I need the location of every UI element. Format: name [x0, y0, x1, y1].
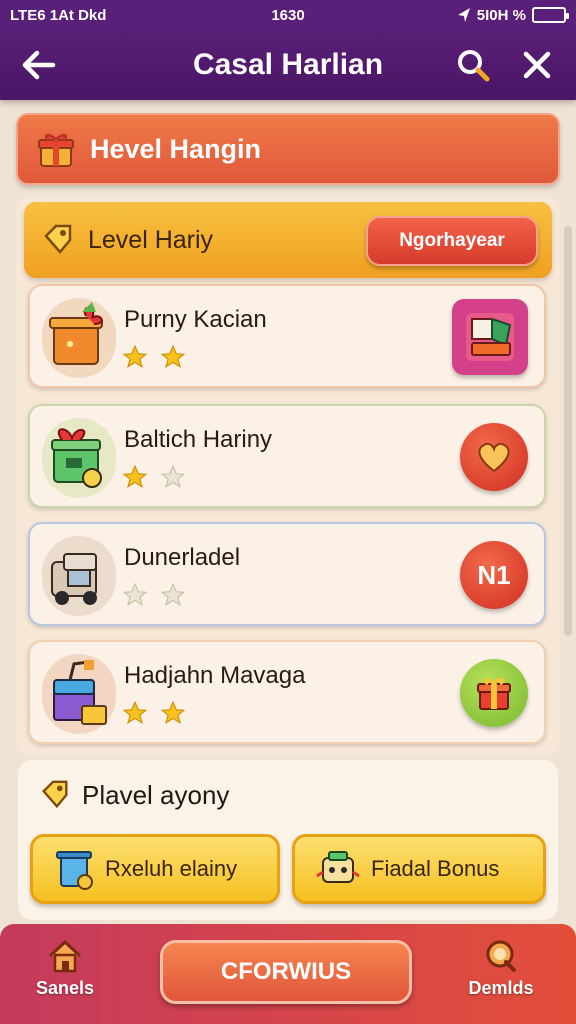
play-title-label: Plavel ayony [82, 779, 230, 810]
location-icon [457, 8, 470, 22]
bonus-button-label: Fiadal Bonus [371, 856, 500, 881]
level-label: Level Hariy [88, 225, 214, 254]
nav-home-label: Sanels [35, 978, 95, 998]
item-thumbnail [42, 418, 116, 498]
gift-icon [38, 133, 74, 167]
star-empty-icon [160, 464, 186, 488]
item-action-button[interactable] [452, 299, 528, 375]
close-button[interactable] [512, 40, 562, 90]
scrollbar[interactable] [564, 226, 572, 636]
item-action-button[interactable] [460, 659, 528, 727]
star-rating [122, 582, 186, 608]
star-empty-icon [122, 582, 148, 606]
list-item[interactable]: Hadjahn Mavaga [28, 640, 546, 744]
banner-label: Hevel Hangin [90, 133, 262, 164]
nav-item-home[interactable]: Sanels [20, 938, 110, 999]
item-name: Hadjahn Mavaga [124, 662, 306, 689]
reward-button-label: Rxeluh elainy [105, 856, 238, 881]
item-name: Baltich Hariny [124, 426, 273, 453]
item-name: Purny Kacian [124, 306, 267, 333]
search-button[interactable] [448, 40, 498, 90]
item-thumbnail [42, 536, 116, 616]
tag-icon [42, 780, 68, 809]
reward-button[interactable]: Rxeluh elainy [30, 834, 280, 904]
gift-cart-icon [51, 428, 102, 488]
level-header: Level Hariy Ngorhayear [24, 202, 552, 278]
list-item[interactable]: Dunerladel N1 [28, 522, 546, 626]
heart-icon [478, 442, 510, 473]
search-icon [458, 50, 490, 82]
tag-icon [44, 224, 72, 254]
back-button[interactable] [14, 40, 64, 90]
puzzle-sticker-icon [466, 313, 514, 361]
list-item[interactable]: Baltich Hariny [28, 404, 546, 508]
level-banner[interactable]: Hevel Hangin [16, 113, 560, 185]
status-bar: LTE6 1At Dkd 1630 5I0H % [0, 0, 576, 30]
magnifier-icon [486, 940, 516, 972]
star-filled-icon [122, 464, 148, 488]
trash-bin-icon [56, 851, 93, 890]
star-filled-icon [122, 700, 148, 724]
close-icon [523, 51, 551, 79]
nav-item-details[interactable]: Demlds [456, 938, 546, 999]
list-item[interactable]: Purny Kacian [28, 284, 546, 388]
status-right: 5I0H % [457, 6, 569, 24]
home-icon [48, 939, 82, 973]
battery-icon [532, 7, 569, 23]
robot-icon [316, 851, 360, 883]
bonus-button[interactable]: Fiadal Bonus [292, 834, 546, 904]
item-action-button[interactable]: N1 [460, 541, 528, 609]
star-rating [122, 464, 186, 490]
main-cta-button[interactable]: CFORWIUS [160, 940, 412, 1004]
item-thumbnail [42, 298, 116, 378]
item-thumbnail [42, 654, 116, 734]
star-filled-icon [122, 344, 148, 368]
status-right-text: 5I0H % [476, 6, 526, 24]
star-rating [122, 700, 186, 726]
nav-details-label: Demlds [468, 978, 534, 998]
package-stack-icon [53, 660, 107, 725]
level-action-button[interactable]: Ngorhayear [366, 216, 538, 266]
arrow-left-icon [22, 50, 56, 80]
page-title: Casal Harlian [192, 48, 384, 81]
app-header: Casal Harlian [0, 30, 576, 100]
star-filled-icon [160, 700, 186, 724]
star-filled-icon [160, 344, 186, 368]
play-title: Plavel ayony [38, 778, 229, 812]
gift-icon [477, 677, 511, 710]
gift-box-icon [49, 302, 103, 365]
item-name: Dunerladel [124, 544, 241, 571]
item-action-button[interactable] [460, 423, 528, 491]
item-action-text: N1 [477, 559, 511, 590]
truck-icon [51, 553, 97, 605]
star-rating [122, 344, 186, 370]
star-empty-icon [160, 582, 186, 606]
